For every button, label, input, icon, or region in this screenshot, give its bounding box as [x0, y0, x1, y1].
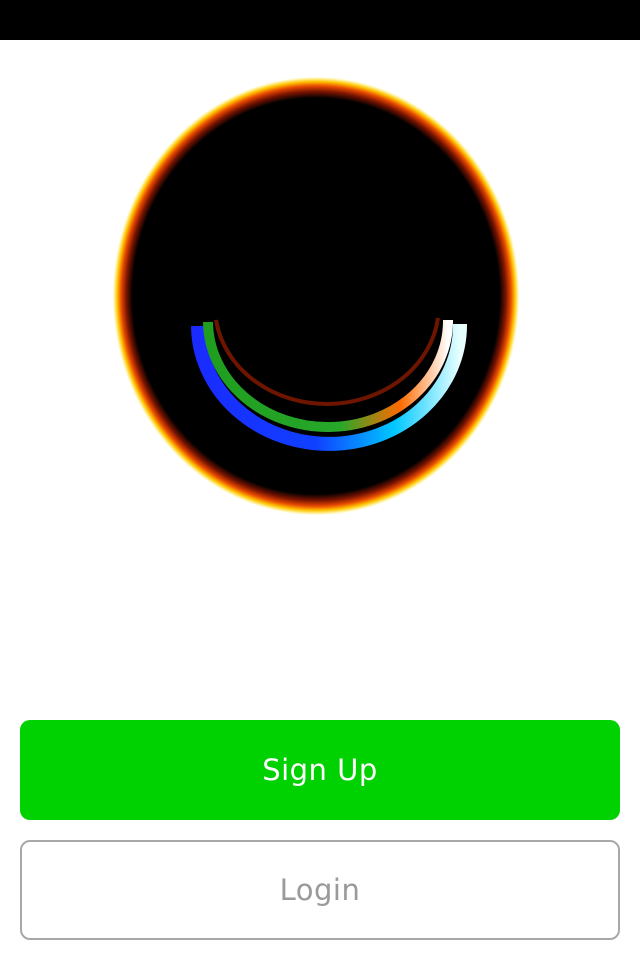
login-label: Login: [279, 873, 361, 907]
sign-up-button[interactable]: Sign Up: [20, 720, 620, 820]
welcome-screen: Sign Up Login: [0, 0, 640, 960]
status-bar: [0, 0, 640, 40]
login-button[interactable]: Login: [20, 840, 620, 940]
smiley-face-logo-icon: [108, 72, 524, 520]
sign-up-label: Sign Up: [262, 753, 378, 787]
